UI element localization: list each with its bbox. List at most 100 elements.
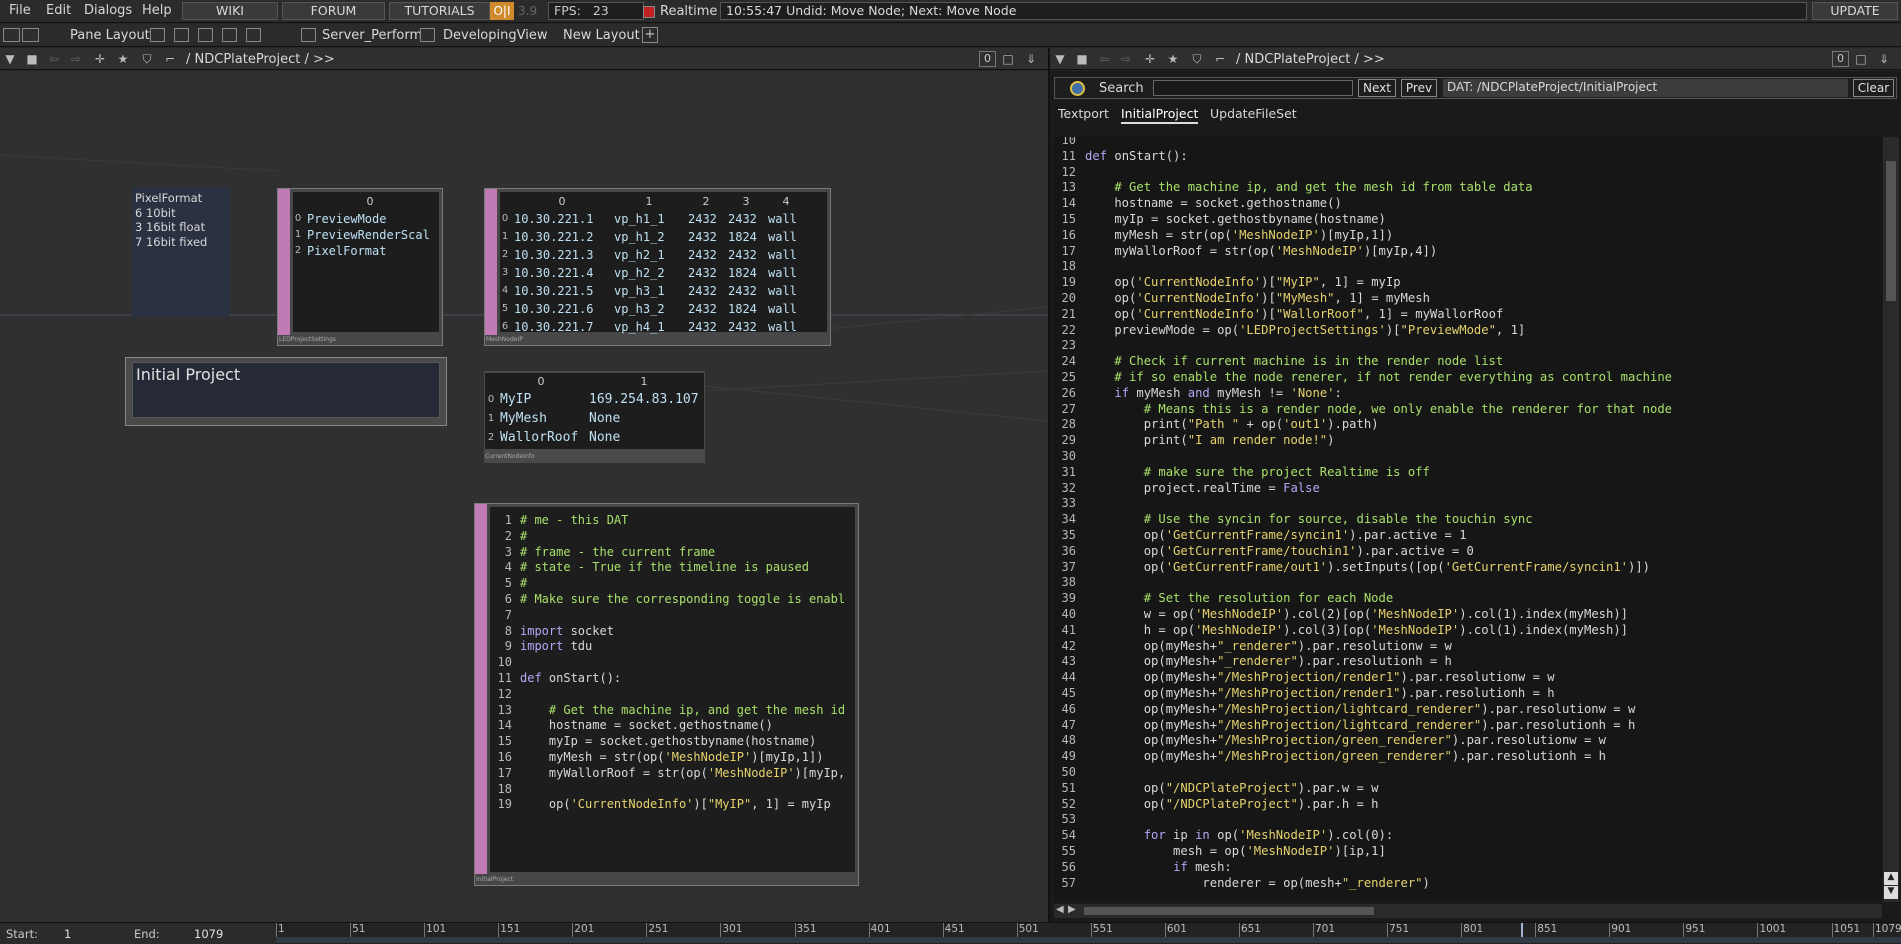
pane-menu-icon[interactable]: ▼ [2,52,18,66]
line-number: 31 [1061,464,1076,479]
maximize-icon[interactable]: □ [1000,52,1016,66]
vertical-scrollbar[interactable]: ▲ ▼ [1883,137,1899,902]
network-editor[interactable]: PixelFormat 6 10bit 3 16bit float 7 16bi… [0,71,1048,922]
network-path[interactable]: / NDCPlateProject / >> [186,52,335,67]
back-arrow-icon[interactable]: ⇦ [46,52,62,66]
table-cell: vp_h3_2 [614,302,665,316]
forward-arrow-icon[interactable]: ⇨ [1118,52,1134,66]
tab-updatefileset[interactable]: UpdateFileSet [1210,106,1297,121]
code-area[interactable]: 10 11 def onStart(): 12 13 # Get the machine… [1054,137,1882,902]
timeline-ruler[interactable]: 1 51 101 151 201 251 301 351 401 451 501 551 601 651 7… [276,923,1901,944]
menu-edit[interactable]: Edit [46,3,71,18]
textport-path[interactable]: / NDCPlateProject / >> [1236,52,1385,67]
update-button[interactable]: UPDATE [1812,2,1898,20]
next-button[interactable]: Next [1358,79,1396,97]
download-icon[interactable]: ⇓ [1023,52,1039,66]
line-number: 3 [504,544,512,559]
table-cell: 10.30.221.3 [514,248,594,262]
scroll-up-icon[interactable]: ▲ [1884,872,1898,885]
tag-icon[interactable]: ⛉ [1189,52,1205,67]
pane-type-icon[interactable]: ■ [24,52,40,66]
forum-button[interactable]: FORUM [282,2,385,20]
back-arrow-icon[interactable]: ⇦ [1096,52,1112,66]
menu-file[interactable]: File [9,3,31,18]
code-line: def onStart(): [1085,148,1188,163]
layout-server-perform[interactable]: Server_Perform [322,28,422,43]
scroll-left-icon[interactable]: ◀ [1056,904,1064,915]
wiki-button[interactable]: WIKI [182,2,278,20]
table-cell: 2432 [688,230,717,244]
dat-path-field[interactable]: DAT: /NDCPlateProject/InitialProject [1443,79,1848,97]
table-col-header: 0 [537,375,545,388]
layout-developing-icon[interactable] [420,28,435,42]
led-project-settings-node[interactable]: 0 0 1 2 PreviewMode PreviewRenderScal Pi… [277,188,443,346]
panel-icon[interactable] [3,28,20,42]
tab-initialproject[interactable]: InitialProject [1121,106,1199,124]
horizontal-scrollbar[interactable]: ◀ ▶ [1054,904,1882,918]
layout-server-icon[interactable] [301,28,316,42]
timeline-bar: Start: 1 End: 1079 1 51 101 151 201 251 301 351… [0,922,1901,944]
initial-project-comp[interactable]: Initial Project [125,357,447,426]
home-icon[interactable]: ✛ [1142,52,1158,66]
mesh-node-ip-node[interactable]: 0 1 2 3 4 0 10.30.221.1 vp_h1_1 2432 2432 wal… [484,188,831,346]
line-number: 2 [504,528,512,543]
code-line: renderer = op(mesh+"_renderer") [1085,875,1430,890]
layout-split-v-icon[interactable] [174,28,189,42]
initial-project-script-node[interactable]: 1 # me - this DAT 2 #3 # frame - the current… [474,503,859,886]
python-icon[interactable] [22,28,39,42]
layout-developing-view[interactable]: DevelopingView [443,28,547,43]
up-level-icon[interactable]: ⌐ [1212,52,1228,66]
end-field[interactable]: 1079 [194,927,223,941]
table-cell: 169.254.83.107 [589,392,699,407]
start-field[interactable]: 1 [64,927,71,941]
line-number: 55 [1061,844,1076,858]
menu-dialogs[interactable]: Dialogs [84,3,132,18]
forward-arrow-icon[interactable]: ⇨ [68,52,84,66]
clear-button[interactable]: Clear [1853,79,1894,97]
tutorials-button[interactable]: TUTORIALS [389,2,490,20]
tag-icon[interactable]: ⛉ [139,52,155,67]
layout-single-icon[interactable] [150,28,165,42]
table-cell: wall [768,320,797,334]
hscroll-thumb[interactable] [1084,907,1374,915]
layout-three-icon[interactable] [222,28,237,42]
pane-menu-icon[interactable]: ▼ [1052,52,1068,66]
home-icon[interactable]: ✛ [92,52,108,66]
tab-textport[interactable]: Textport [1058,106,1109,121]
prev-button[interactable]: Prev [1401,79,1437,97]
download-icon[interactable]: ⇓ [1876,52,1892,66]
tick-label: 651 [1240,923,1261,935]
realtime-checkbox[interactable] [643,6,655,18]
menu-help[interactable]: Help [142,3,172,18]
maximize-icon[interactable]: □ [1853,52,1869,66]
scroll-down-icon[interactable]: ▼ [1884,886,1898,899]
row-index: 4 [501,285,509,296]
code-line: op(myMesh+"_renderer").par.resolutionw =… [1085,638,1452,653]
tick-label: 701 [1315,923,1336,935]
tick-mark [276,923,277,937]
code-line: myWallorRoof = str(op('MeshNodeIP')[myIp… [1085,243,1438,258]
line-number: 40 [1061,607,1076,621]
layout-split-h-icon[interactable] [198,28,213,42]
table-cell: 2432 [728,284,757,298]
playhead[interactable] [1521,923,1523,937]
bookmark-star-icon[interactable]: ★ [1165,52,1181,66]
current-node-info-node[interactable]: 0 1 0 1 2 MyIP 169.254.83.107 MyMesh Non… [484,371,705,463]
scroll-right-icon[interactable]: ▶ [1068,904,1076,915]
line-number: 56 [1061,859,1076,874]
code-line: op(myMesh+"/MeshProjection/lightcard_ren… [1085,701,1636,716]
pane-type-icon[interactable]: ■ [1074,52,1090,66]
layout-quad-icon[interactable] [246,28,261,42]
add-layout-button[interactable]: + [642,27,658,43]
pixelformat-text-node[interactable]: PixelFormat 6 10bit 3 16bit float 7 16bi… [132,187,230,317]
search-input[interactable] [1153,80,1353,96]
code-line: # make sure the project Realtime is off [1085,464,1430,479]
bookmark-star-icon[interactable]: ★ [115,52,131,66]
perform-toggle[interactable]: O|I [490,2,514,20]
scroll-thumb[interactable] [1886,161,1896,301]
line-number: 50 [1061,765,1076,779]
code-line: def onStart(): [520,671,622,685]
table-cell: 10.30.221.2 [514,230,594,244]
up-level-icon[interactable]: ⌐ [162,52,178,66]
table-cell: PixelFormat [307,244,387,258]
